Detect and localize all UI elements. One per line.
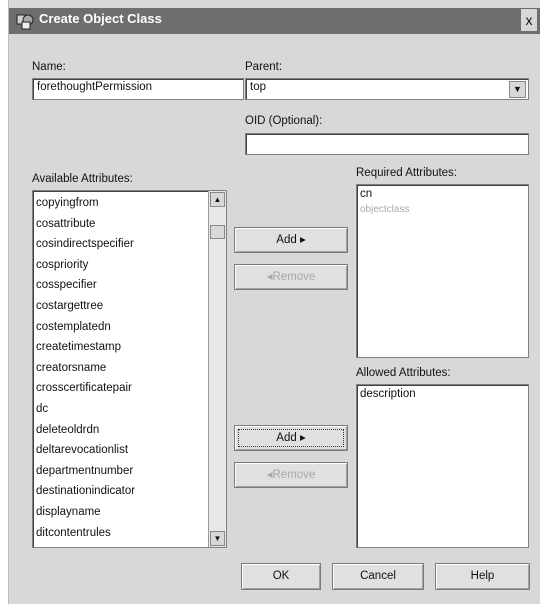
title-bar[interactable]: Create Object Class x <box>9 8 540 34</box>
list-item[interactable]: copyingfrom <box>33 193 226 214</box>
cancel-button[interactable]: Cancel <box>332 563 424 590</box>
oid-label: OID (Optional): <box>245 115 323 127</box>
add-allowed-label: Add ▸ <box>276 432 306 444</box>
list-item[interactable]: deleteoldrdn <box>33 420 226 441</box>
allowed-attributes-label: Allowed Attributes: <box>356 367 451 379</box>
list-item[interactable]: description <box>357 385 528 403</box>
remove-required-button[interactable]: ◂Remove <box>234 264 348 290</box>
list-item[interactable]: creatorsname <box>33 358 226 379</box>
allowed-attributes-list[interactable]: description <box>356 384 529 548</box>
list-item[interactable]: displayname <box>33 502 226 523</box>
parent-value: top <box>250 81 266 93</box>
scroll-down-icon[interactable]: ▼ <box>210 531 225 546</box>
create-object-class-dialog: Create Object Class x Name: forethoughtP… <box>8 0 540 604</box>
list-item[interactable]: costemplatedn <box>33 317 226 338</box>
available-attributes-label: Available Attributes: <box>32 173 133 185</box>
name-value: forethoughtPermission <box>37 81 153 93</box>
list-item[interactable]: destinationindicator <box>33 481 226 502</box>
list-item[interactable]: cosattribute <box>33 214 226 235</box>
list-item[interactable]: ditcontentrules <box>33 523 226 544</box>
list-item[interactable]: cospriority <box>33 255 226 276</box>
vertical-scrollbar[interactable]: ▲ ▼ <box>208 191 226 547</box>
oid-input[interactable] <box>245 133 529 155</box>
add-allowed-button[interactable]: Add ▸ <box>234 425 348 451</box>
list-item[interactable]: cosspecifier <box>33 275 226 296</box>
name-label: Name: <box>32 61 66 73</box>
close-button[interactable]: x <box>521 9 537 31</box>
add-required-button[interactable]: Add ▸ <box>234 227 348 253</box>
required-attributes-list[interactable]: cn objectclass <box>356 184 529 358</box>
name-field[interactable]: forethoughtPermission <box>32 78 244 100</box>
parent-select[interactable]: top ▼ <box>245 78 529 100</box>
list-item[interactable]: cn <box>357 185 528 203</box>
required-attributes-label: Required Attributes: <box>356 167 458 179</box>
list-item[interactable]: ditredirect <box>33 543 226 547</box>
list-item[interactable]: createtimestamp <box>33 337 226 358</box>
list-item[interactable]: costargettree <box>33 296 226 317</box>
parent-label: Parent: <box>245 61 283 73</box>
list-item[interactable]: dc <box>33 399 226 420</box>
available-items: copyingfrom cosattribute cosindirectspec… <box>33 191 226 547</box>
help-button[interactable]: Help <box>435 563 530 590</box>
list-item[interactable]: cosindirectspecifier <box>33 234 226 255</box>
list-item: objectclass <box>360 204 410 215</box>
dialog-title: Create Object Class <box>39 11 162 26</box>
list-item[interactable]: deltarevocationlist <box>33 440 226 461</box>
list-item[interactable]: crosscertificatepair <box>33 378 226 399</box>
chevron-down-icon[interactable]: ▼ <box>509 81 526 98</box>
list-item[interactable]: departmentnumber <box>33 461 226 482</box>
scroll-thumb[interactable] <box>210 225 225 239</box>
remove-allowed-button[interactable]: ◂Remove <box>234 462 348 488</box>
object-class-icon <box>16 14 34 30</box>
scroll-up-icon[interactable]: ▲ <box>210 192 225 207</box>
ok-button[interactable]: OK <box>241 563 321 590</box>
available-attributes-list[interactable]: copyingfrom cosattribute cosindirectspec… <box>32 190 227 548</box>
